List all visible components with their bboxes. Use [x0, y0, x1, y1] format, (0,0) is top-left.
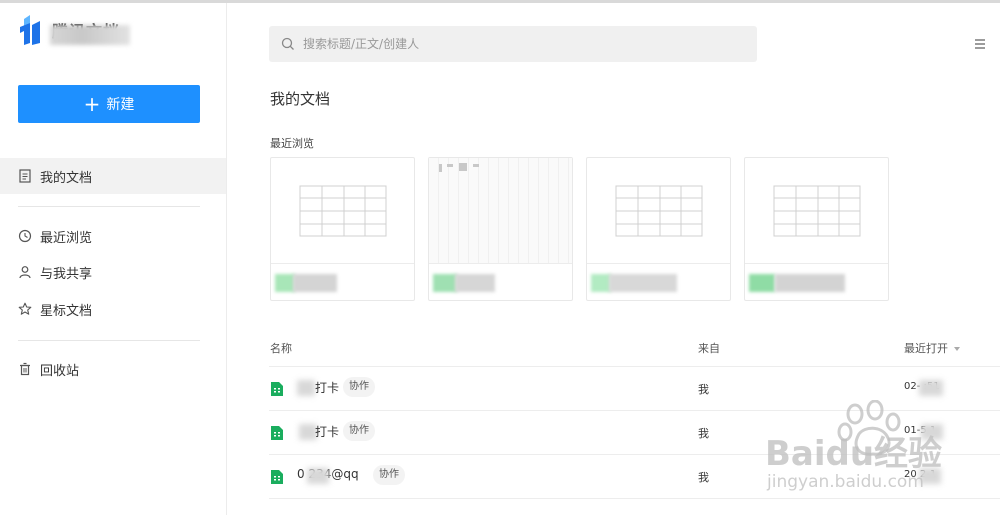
sheet-thumbnail: [587, 158, 730, 264]
sheet-thumbnail: [745, 158, 888, 264]
clock-icon: [18, 229, 32, 243]
sidebar-item-label: 星标文档: [40, 303, 93, 319]
sort-down-icon: [954, 347, 960, 351]
file-from: 我: [698, 427, 709, 440]
file-from: 我: [698, 383, 709, 396]
new-button-label: 新建: [106, 97, 135, 113]
sidebar: 腾讯文档 + 新建 我的文档 最近浏览 与我共享 星标文档 回收站: [0, 3, 227, 515]
row-divider: [269, 498, 1000, 499]
logo-icon: [18, 15, 46, 45]
recent-card[interactable]: [270, 157, 415, 301]
sidebar-item-label: 回收站: [40, 363, 80, 379]
card-name-blurred: [591, 270, 711, 292]
recent-card[interactable]: [744, 157, 889, 301]
sidebar-item-my-docs[interactable]: 我的文档: [0, 158, 226, 194]
sidebar-divider: [18, 340, 200, 341]
doc-icon: [19, 169, 31, 183]
table-row[interactable]: 打卡 协作 我 02- :51: [269, 366, 1000, 410]
card-name-blurred: [275, 270, 395, 292]
card-name-blurred: [749, 270, 869, 292]
sidebar-item-label: 最近浏览: [40, 230, 93, 246]
column-header-from[interactable]: 来自: [698, 340, 720, 356]
plus-icon: +: [83, 92, 101, 116]
recent-section-label: 最近浏览: [270, 137, 314, 150]
logo-blur: [50, 25, 130, 45]
name-blur: [297, 380, 315, 396]
table-row[interactable]: 0 234@qq 协作 我 20 2-1: [269, 454, 1000, 498]
file-name: 打卡: [315, 381, 340, 395]
file-name: 打卡: [315, 425, 340, 439]
time-blur: [921, 424, 943, 440]
sheet-thumbnail: [429, 158, 572, 264]
star-icon: [18, 302, 32, 315]
user-icon: [19, 266, 31, 279]
card-name-blurred: [433, 270, 553, 292]
time-blur: [919, 380, 943, 396]
sidebar-divider: [18, 206, 200, 207]
file-from: 我: [698, 471, 709, 484]
recent-card[interactable]: [586, 157, 731, 301]
sheet-file-icon: [271, 470, 283, 484]
time-blur: [919, 468, 941, 484]
new-document-button[interactable]: + 新建: [18, 85, 200, 123]
collab-tag: 协作: [373, 465, 405, 485]
trash-icon: [20, 362, 30, 376]
recent-card[interactable]: [428, 157, 573, 301]
menu-icon[interactable]: [974, 38, 986, 50]
search-icon: [281, 37, 294, 50]
sidebar-item-starred[interactable]: 星标文档: [0, 291, 226, 327]
sidebar-item-shared[interactable]: 与我共享: [0, 254, 226, 290]
sheet-file-icon: [271, 382, 283, 396]
sheet-thumbnail: [271, 158, 414, 264]
page-title: 我的文档: [270, 90, 331, 108]
sidebar-item-label: 我的文档: [40, 170, 93, 186]
sheet-file-icon: [271, 426, 283, 440]
search-bar[interactable]: [269, 26, 757, 62]
collab-tag: 协作: [343, 377, 375, 397]
table-row[interactable]: 打卡 协作 我 01-5 1: [269, 410, 1000, 454]
column-header-opened[interactable]: 最近打开: [904, 340, 960, 356]
sidebar-item-trash[interactable]: 回收站: [0, 351, 226, 387]
name-blur: [307, 468, 329, 484]
search-input[interactable]: [303, 37, 723, 51]
sidebar-item-recent[interactable]: 最近浏览: [0, 218, 226, 254]
sidebar-item-label: 与我共享: [40, 266, 93, 282]
collab-tag: 协作: [343, 421, 375, 441]
column-header-opened-label: 最近打开: [904, 342, 948, 355]
column-header-name[interactable]: 名称: [270, 340, 292, 356]
